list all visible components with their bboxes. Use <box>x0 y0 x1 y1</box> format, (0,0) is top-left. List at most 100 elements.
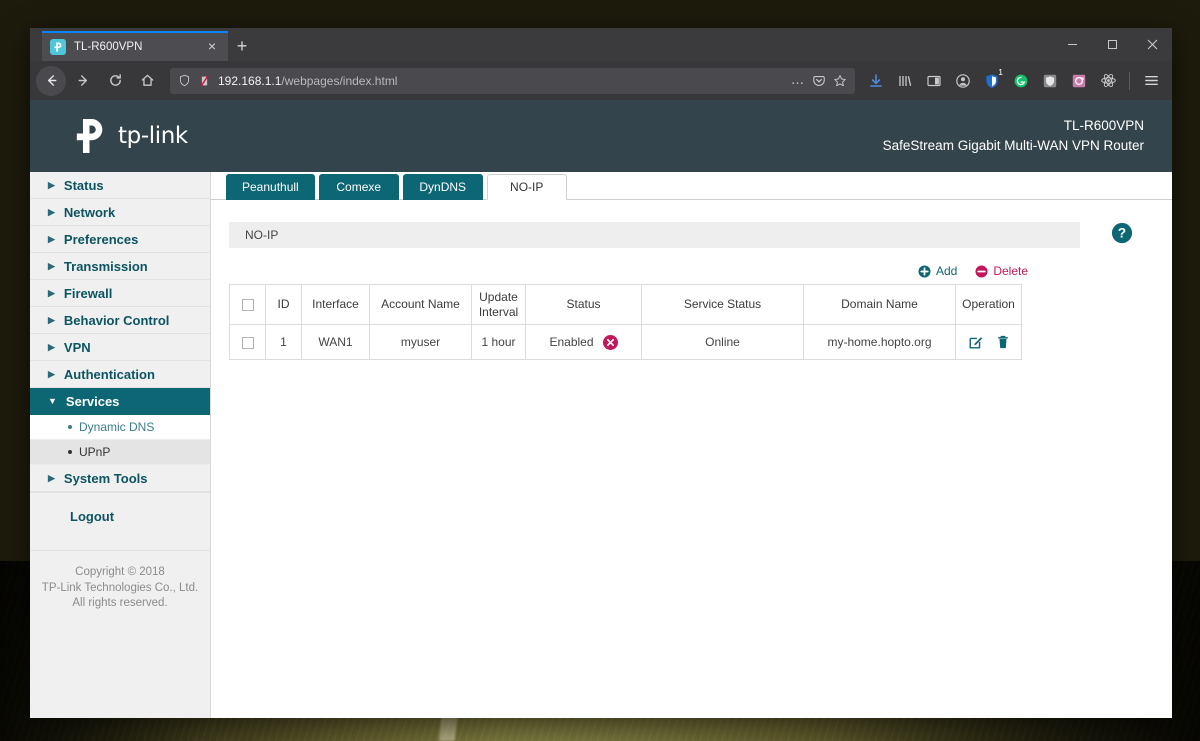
tab-no-ip[interactable]: NO-IP <box>486 174 567 200</box>
cell-account-name: myuser <box>369 324 472 360</box>
screenshot-extension-icon[interactable] <box>1066 67 1092 95</box>
main-content: Peanuthull Comexe DynDNS NO-IP NO-IP ? A… <box>211 172 1172 718</box>
panel-title: NO-IP <box>229 222 1080 248</box>
bullet-icon <box>68 425 72 429</box>
chevron-right-icon: ▶ <box>48 233 55 244</box>
table-actions: Add Delete <box>229 248 1142 284</box>
back-arrow-icon[interactable] <box>36 65 66 96</box>
window-controls <box>1052 28 1172 61</box>
sidebar-item-authentication[interactable]: ▶ Authentication <box>30 361 210 388</box>
sidebar-item-label: Services <box>65 393 120 409</box>
copyright-line-2: TP-Link Technologies Co., Ltd. <box>41 581 199 594</box>
sidebar-item-label: Firewall <box>63 285 113 301</box>
column-header-interface: Interface <box>301 284 370 325</box>
ddns-entries-table: ID Interface Account Name Update Interva… <box>229 284 1022 360</box>
chevron-down-icon: ▼ <box>48 395 57 406</box>
sidebar-item-firewall[interactable]: ▶ Firewall <box>30 280 210 307</box>
cell-id: 1 <box>265 324 302 360</box>
row-select-checkbox[interactable] <box>241 336 254 349</box>
new-tab-button[interactable]: + <box>228 31 256 61</box>
hamburger-menu-icon[interactable] <box>1138 67 1164 95</box>
tplink-logo[interactable]: tp-link <box>72 119 188 153</box>
maximize-icon[interactable] <box>1092 28 1132 61</box>
sidebar-icon[interactable] <box>921 67 947 95</box>
browser-tab-title: TL-R600VPN <box>74 41 143 53</box>
close-icon[interactable]: × <box>204 39 220 55</box>
disconnect-x-icon[interactable] <box>602 334 618 350</box>
table-row: 1 WAN1 myuser 1 hour Enabled Online my-h… <box>229 324 1022 360</box>
sidebar: ▶ Status ▶ Network ▶ Preferences ▶ Trans… <box>30 172 211 718</box>
sidebar-item-transmission[interactable]: ▶ Transmission <box>30 253 210 280</box>
delete-trash-icon[interactable] <box>996 334 1010 350</box>
copyright-block: Copyright © 2018 TP-Link Technologies Co… <box>30 550 210 612</box>
help-question-icon[interactable]: ? <box>1102 222 1142 244</box>
react-devtools-icon[interactable] <box>1095 67 1121 95</box>
add-button-label: Add <box>935 264 958 278</box>
tracking-protection-shield-icon[interactable] <box>178 74 191 87</box>
column-header-status: Status <box>525 284 642 325</box>
extension-toolbar: 1 <box>863 67 1166 95</box>
svg-text:?: ? <box>1118 226 1126 241</box>
chevron-right-icon: ▶ <box>48 179 55 190</box>
sidebar-item-behavior-control[interactable]: ▶ Behavior Control <box>30 307 210 334</box>
extension-badge: 1 <box>998 66 1003 77</box>
browser-window: TL-R600VPN × + 192.168.1.1/webpages/inde… <box>30 28 1172 718</box>
ublock-extension-icon[interactable] <box>1037 67 1063 95</box>
chevron-right-icon: ▶ <box>48 287 55 298</box>
chevron-right-icon: ▶ <box>48 260 55 271</box>
cell-interface: WAN1 <box>301 324 370 360</box>
minimize-icon[interactable] <box>1052 28 1092 61</box>
bitwarden-extension-icon[interactable]: 1 <box>979 67 1005 95</box>
grammarly-extension-icon[interactable] <box>1008 67 1034 95</box>
table-header-row: ID Interface Account Name Update Interva… <box>229 284 1022 325</box>
chevron-right-icon: ▶ <box>48 314 55 325</box>
tab-peanuthull[interactable]: Peanuthull <box>226 174 315 200</box>
panel-content: NO-IP ? Add Delete ID Interface Account … <box>211 200 1172 718</box>
logout-button[interactable]: Logout <box>30 509 210 524</box>
url-text[interactable]: 192.168.1.1/webpages/index.html <box>218 74 784 88</box>
tab-comexe[interactable]: Comexe <box>318 174 399 200</box>
sidebar-item-label: Status <box>63 177 104 193</box>
pocket-icon[interactable] <box>812 74 826 88</box>
library-icon[interactable] <box>892 67 918 95</box>
sidebar-item-preferences[interactable]: ▶ Preferences <box>30 226 210 253</box>
sidebar-subitem-dynamic-dns[interactable]: Dynamic DNS <box>30 415 210 440</box>
minus-circle-icon <box>975 264 988 278</box>
close-icon[interactable] <box>1132 28 1172 61</box>
add-button[interactable]: Add <box>918 264 957 278</box>
browser-tab[interactable]: TL-R600VPN × <box>42 31 228 61</box>
star-bookmark-icon[interactable] <box>833 74 847 88</box>
sidebar-item-label: Preferences <box>63 231 139 247</box>
select-all-header <box>229 284 266 325</box>
url-path: /webpages/index.html <box>281 73 398 88</box>
status-label: Enabled <box>549 335 594 349</box>
sidebar-item-status[interactable]: ▶ Status <box>30 172 210 199</box>
sidebar-subitem-upnp[interactable]: UPnP <box>30 440 210 465</box>
sidebar-item-vpn[interactable]: ▶ VPN <box>30 334 210 361</box>
panel-header-row: NO-IP ? <box>229 222 1142 248</box>
edit-icon[interactable] <box>968 334 984 350</box>
cell-status: Enabled <box>525 324 642 360</box>
permissions-icon[interactable] <box>198 74 211 88</box>
sidebar-item-network[interactable]: ▶ Network <box>30 199 210 226</box>
cell-operation <box>955 324 1022 360</box>
sidebar-item-services[interactable]: ▼ Services <box>30 388 210 415</box>
tab-dyndns[interactable]: DynDNS <box>402 174 483 200</box>
page-actions-icon[interactable]: … <box>791 73 805 88</box>
account-icon[interactable] <box>950 67 976 95</box>
home-icon[interactable] <box>132 66 162 96</box>
copyright-line-1: Copyright © 2018 <box>75 566 165 578</box>
copyright-line-3: All rights reserved. <box>72 597 168 610</box>
reload-icon[interactable] <box>100 66 130 96</box>
sidebar-item-system-tools[interactable]: ▶ System Tools <box>30 465 210 492</box>
delete-button[interactable]: Delete <box>975 264 1028 278</box>
ddns-provider-tabs: Peanuthull Comexe DynDNS NO-IP <box>211 172 1172 200</box>
forward-arrow-icon[interactable] <box>68 66 98 96</box>
address-bar[interactable]: 192.168.1.1/webpages/index.html … <box>170 67 855 94</box>
plus-circle-icon <box>918 264 931 278</box>
sidebar-item-label: Network <box>63 204 116 220</box>
select-all-checkbox[interactable] <box>241 298 254 311</box>
downloads-icon[interactable] <box>863 67 889 95</box>
tplink-logo-mark <box>76 119 103 153</box>
url-host: 192.168.1.1 <box>218 73 282 88</box>
